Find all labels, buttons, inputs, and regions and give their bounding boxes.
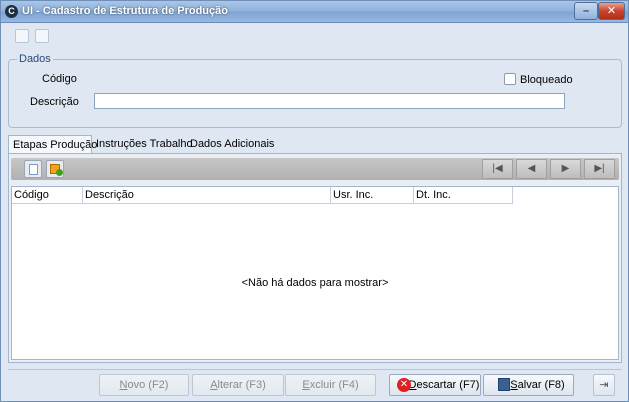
novo-label: ovo (F2): [127, 379, 169, 391]
first-record-button[interactable]: |◀: [482, 159, 513, 179]
alterar-button[interactable]: Alterar (F3): [192, 374, 284, 396]
dados-legend: Dados: [17, 53, 53, 65]
novo-button[interactable]: Novo (F2): [99, 374, 189, 396]
salvar-button[interactable]: Salvar (F8): [483, 374, 574, 396]
alterar-hotkey-letter: A: [210, 379, 218, 391]
toolbar-button-2[interactable]: [35, 29, 49, 43]
exit-button[interactable]: ⇥: [593, 374, 615, 396]
excluir-hotkey-letter: E: [302, 379, 310, 391]
etapas-tab-panel: |◀ ◀ ▶ ▶| Código Descrição Usr. Inc. Dt.…: [8, 153, 622, 363]
window-title: UI - Cadastro de Estrutura de Produção: [22, 5, 228, 17]
minimize-button[interactable]: –: [574, 2, 598, 20]
codigo-label: Código: [42, 73, 77, 85]
bloqueado-label: Bloqueado: [520, 74, 573, 86]
close-button[interactable]: ✕: [598, 2, 625, 20]
tab-dados-adicionais[interactable]: Dados Adicionais: [186, 135, 274, 154]
tab-etapas-producao[interactable]: Etapas Produção: [8, 135, 97, 154]
alterar-label: lterar (F3): [217, 379, 266, 391]
empty-grid-message: <Não há dados para mostrar>: [241, 277, 389, 289]
tab-instrucoes-trabalho[interactable]: Instruções Trabalho: [92, 135, 193, 154]
app-logo-icon: C: [5, 5, 18, 18]
previous-record-button[interactable]: ◀: [516, 159, 547, 179]
save-icon: [498, 378, 510, 391]
add-item-button[interactable]: [46, 160, 64, 178]
descartar-label: escartar (F7): [416, 379, 480, 391]
new-record-button[interactable]: [24, 160, 42, 178]
salvar-hotkey-letter: S: [510, 379, 518, 391]
action-bar: Novo (F2) Alterar (F3) Excluir (F4) ✕ De…: [8, 369, 622, 397]
main-window: C UI - Cadastro de Estrutura de Produção…: [0, 0, 629, 402]
column-header-dt-inc[interactable]: Dt. Inc.: [414, 187, 513, 204]
column-header-codigo[interactable]: Código: [12, 187, 83, 204]
column-header-descricao[interactable]: Descrição: [83, 187, 331, 204]
new-document-icon: [29, 164, 38, 175]
column-header-usr-inc[interactable]: Usr. Inc.: [331, 187, 414, 204]
excluir-label: xcluir (F4): [309, 379, 359, 391]
title-bar: C UI - Cadastro de Estrutura de Produção…: [1, 1, 628, 23]
descricao-input[interactable]: [94, 93, 565, 109]
next-record-button[interactable]: ▶: [550, 159, 581, 179]
plus-icon: [56, 169, 63, 176]
last-record-button[interactable]: ▶|: [584, 159, 615, 179]
etapas-grid[interactable]: Código Descrição Usr. Inc. Dt. Inc. <Não…: [11, 186, 619, 360]
salvar-label: alvar (F8): [517, 379, 565, 391]
descricao-label: Descrição: [30, 96, 79, 108]
dados-group: Dados Código Bloqueado Descrição: [8, 53, 622, 128]
toolbar-button-1[interactable]: [15, 29, 29, 43]
excluir-button[interactable]: Excluir (F4): [285, 374, 376, 396]
grid-toolbar: |◀ ◀ ▶ ▶|: [11, 158, 619, 180]
descartar-button[interactable]: ✕ Descartar (F7): [389, 374, 481, 396]
bloqueado-checkbox[interactable]: [504, 73, 516, 85]
discard-icon: ✕: [397, 378, 411, 392]
